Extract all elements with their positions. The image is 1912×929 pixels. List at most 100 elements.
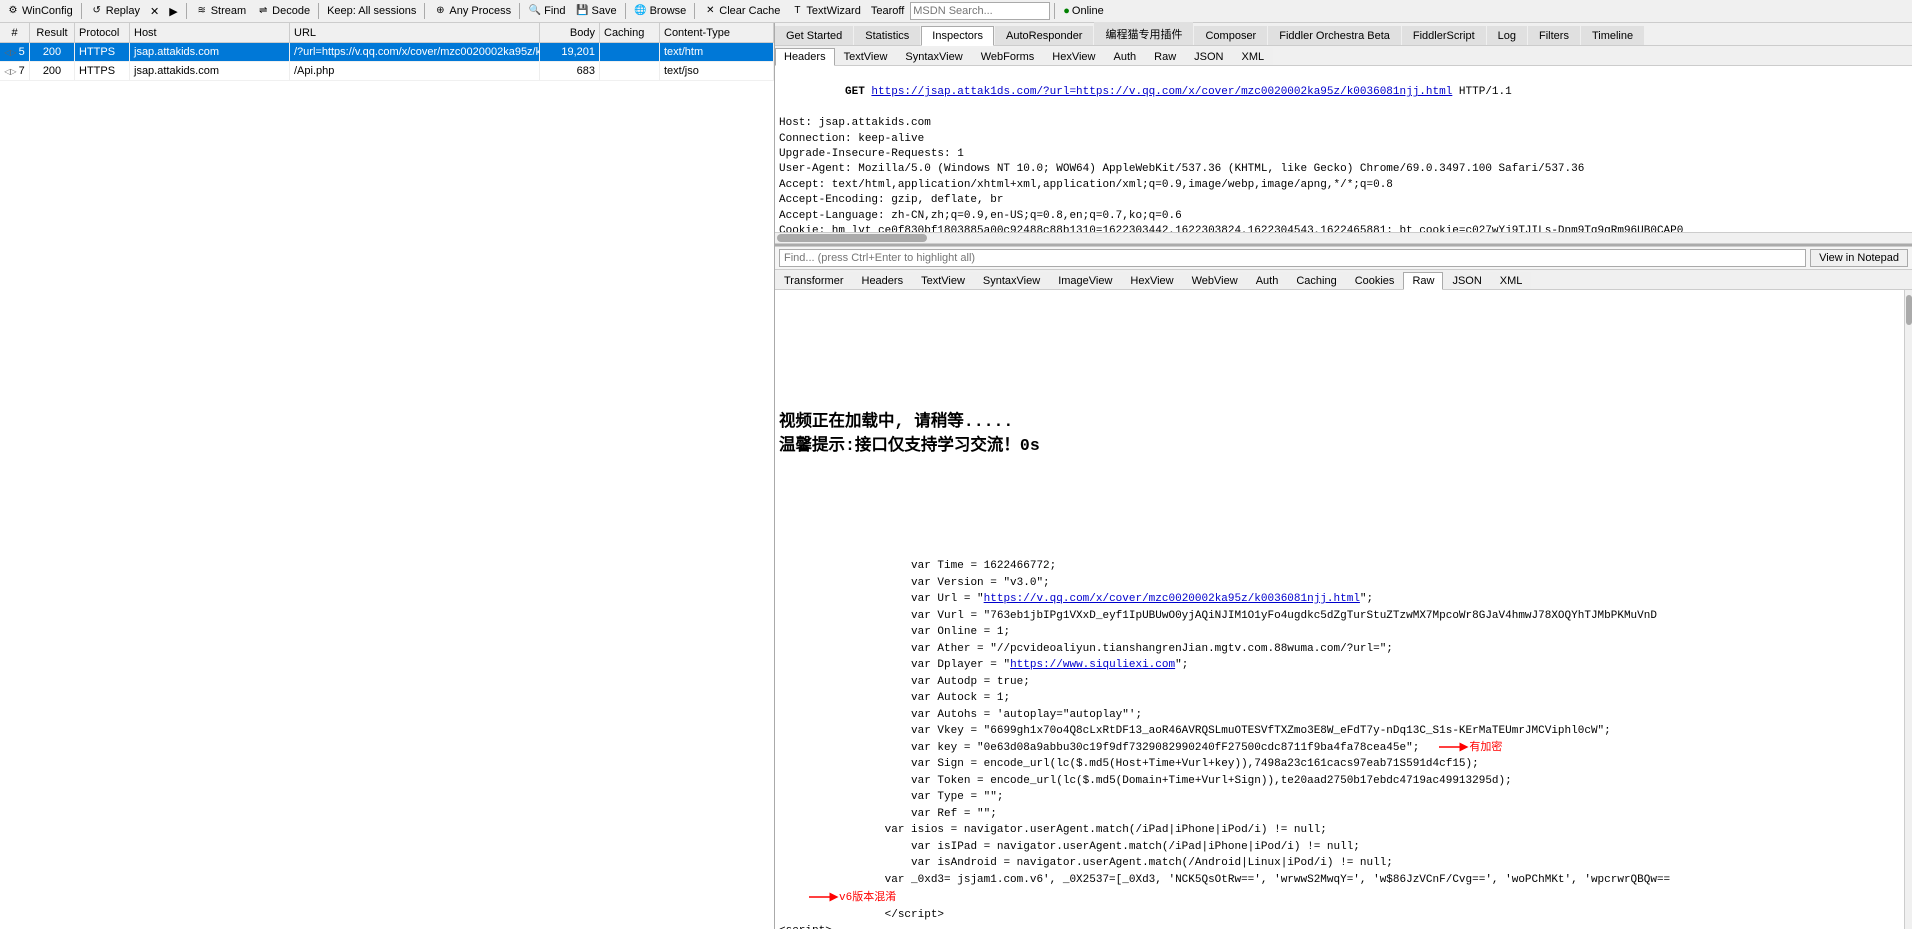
- req-subtab-auth[interactable]: Auth: [1105, 48, 1146, 65]
- req-subtab-hexview[interactable]: HexView: [1043, 48, 1104, 65]
- stream-icon: ≋: [195, 4, 209, 18]
- request-header-line: Cookie: hm_lvt_ce0f830bf1803885a00c92488…: [779, 224, 1908, 232]
- text-wizard-button[interactable]: T TextWizard: [786, 3, 864, 19]
- code-text: var Version = "v3.0";: [779, 575, 1050, 592]
- save-button[interactable]: 💾 Save: [572, 3, 621, 19]
- decode-button[interactable]: ⇌ Decode: [252, 3, 314, 19]
- decode-icon: ⇌: [256, 4, 270, 18]
- session-list: ◁▷5 200 HTTPS jsap.attakids.com /?url=ht…: [0, 43, 774, 929]
- request-header-line: Accept-Encoding: gzip, deflate, br: [779, 193, 1908, 208]
- x-button[interactable]: ✕: [146, 4, 163, 19]
- clear-cache-icon: ✕: [703, 4, 717, 18]
- save-icon: 💾: [576, 4, 590, 18]
- keep-button[interactable]: Keep: All sessions: [323, 4, 420, 18]
- browse-button[interactable]: 🌐 Browse: [630, 3, 691, 19]
- replay-button[interactable]: ↺ Replay: [86, 3, 144, 19]
- request-url-link[interactable]: https://jsap.attak1ds.com/?url=https://v…: [871, 86, 1452, 98]
- tearoff-button[interactable]: Tearoff: [867, 4, 908, 18]
- tab-fiddlerscript[interactable]: FiddlerScript: [1402, 26, 1486, 45]
- tab-filters[interactable]: Filters: [1528, 26, 1580, 45]
- cell-result: 200: [30, 62, 75, 80]
- res-subtab-xml[interactable]: XML: [1491, 272, 1532, 289]
- col-url[interactable]: URL: [290, 23, 540, 42]
- response-scrollbar[interactable]: [1904, 290, 1912, 929]
- col-result[interactable]: Result: [30, 23, 75, 42]
- tab-inspectors[interactable]: Inspectors: [921, 26, 994, 46]
- table-row[interactable]: ◁▷5 200 HTTPS jsap.attakids.com /?url=ht…: [0, 43, 774, 62]
- browse-icon: 🌐: [634, 4, 648, 18]
- req-subtab-headers[interactable]: Headers: [775, 48, 835, 66]
- res-subtab-transformer[interactable]: Transformer: [775, 272, 853, 289]
- req-subtab-raw[interactable]: Raw: [1145, 48, 1185, 65]
- code-text: var Autock = 1;: [779, 690, 1010, 707]
- sep4: [424, 3, 425, 19]
- col-caching[interactable]: Caching: [600, 23, 660, 42]
- res-subtab-headers[interactable]: Headers: [853, 272, 913, 289]
- tab-autoresponder[interactable]: AutoResponder: [995, 26, 1093, 45]
- code-line: var Online = 1;: [779, 624, 1900, 641]
- view-notepad-button[interactable]: View in Notepad: [1810, 249, 1908, 267]
- col-num[interactable]: #: [0, 23, 30, 42]
- col-protocol[interactable]: Protocol: [75, 23, 130, 42]
- request-header-line: Host: jsap.attakids.com: [779, 116, 1908, 131]
- res-subtab-hexview[interactable]: HexView: [1121, 272, 1182, 289]
- tab-fiddler-orchestra-beta[interactable]: Fiddler Orchestra Beta: [1268, 26, 1401, 45]
- stream-button[interactable]: ≋ Stream: [191, 3, 250, 19]
- res-subtab-textview[interactable]: TextView: [912, 272, 974, 289]
- code-text: var Autohs = 'autoplay="autoplay"';: [779, 707, 1142, 724]
- res-subtab-raw[interactable]: Raw: [1403, 272, 1443, 290]
- code-text: var Url = "https://v.qq.com/x/cover/mzc0…: [779, 591, 1373, 608]
- col-body[interactable]: Body: [540, 23, 600, 42]
- req-subtab-json[interactable]: JSON: [1185, 48, 1232, 65]
- cell-content: text/htm: [660, 43, 774, 61]
- res-subtab-auth[interactable]: Auth: [1247, 272, 1288, 289]
- cell-url: /?url=https://v.qq.com/x/cover/mzc002000…: [290, 43, 540, 61]
- find-input[interactable]: [779, 249, 1806, 267]
- scroll-thumb: [1906, 295, 1912, 325]
- req-subtab-syntaxview[interactable]: SyntaxView: [896, 48, 971, 65]
- req-subtab-xml[interactable]: XML: [1233, 48, 1274, 65]
- table-row[interactable]: ◁▷7 200 HTTPS jsap.attakids.com /Api.php…: [0, 62, 774, 81]
- res-subtab-cookies[interactable]: Cookies: [1346, 272, 1404, 289]
- code-line: var Autock = 1;: [779, 690, 1900, 707]
- res-subtab-caching[interactable]: Caching: [1287, 272, 1345, 289]
- tab-get-started[interactable]: Get Started: [775, 26, 853, 45]
- col-host[interactable]: Host: [130, 23, 290, 42]
- code-line: 解析失败,请刷新重试！: [779, 459, 1900, 476]
- request-header-line: Accept-Language: zh-CN,zh;q=0.9,en-US;q=…: [779, 209, 1908, 224]
- tab-statistics[interactable]: Statistics: [854, 26, 920, 45]
- find-button[interactable]: 🔍 Find: [524, 3, 569, 19]
- go-button[interactable]: ▶: [165, 4, 181, 19]
- session-header: # Result Protocol Host URL Body Caching …: [0, 23, 774, 43]
- res-subtab-syntaxview[interactable]: SyntaxView: [974, 272, 1049, 289]
- res-subtab-imageview[interactable]: ImageView: [1049, 272, 1121, 289]
- cell-num: ◁▷7: [0, 62, 30, 80]
- code-text: var Dplayer = "https://www.siquliexi.com…: [779, 657, 1188, 674]
- winconfig-icon: ⚙: [6, 4, 20, 18]
- res-subtab-json[interactable]: JSON: [1443, 272, 1490, 289]
- winconfig-button[interactable]: ⚙ WinConfig: [2, 3, 77, 19]
- request-header-line: Upgrade-Insecure-Requests: 1: [779, 147, 1908, 162]
- any-process-button[interactable]: ⊕ Any Process: [429, 3, 515, 19]
- msdn-search-input[interactable]: [910, 2, 1050, 20]
- code-text: var Online = 1;: [779, 624, 1010, 641]
- code-line: var _0xd3= jsjam1.com.v6', _0X2537=[_0Xd…: [779, 872, 1900, 889]
- code-text: var Ather = "//pcvideoaliyun.tianshangre…: [779, 641, 1393, 658]
- tab-log[interactable]: Log: [1487, 26, 1527, 45]
- online-button[interactable]: ● Online: [1059, 4, 1107, 18]
- code-line: var Vkey = "6699gh1x70o4Q8cLxRtDF13_aoR4…: [779, 723, 1900, 740]
- col-content[interactable]: Content-Type: [660, 23, 774, 42]
- main-layout: # Result Protocol Host URL Body Caching …: [0, 23, 1912, 929]
- clear-cache-button[interactable]: ✕ Clear Cache: [699, 3, 784, 19]
- code-script-close: </script>: [779, 907, 1900, 924]
- code-text: var _0xd3= jsjam1.com.v6', _0X2537=[_0Xd…: [779, 872, 1670, 889]
- req-subtab-webforms[interactable]: WebForms: [972, 48, 1044, 65]
- cell-num: ◁▷5: [0, 43, 30, 61]
- tab-编程猫专用插件[interactable]: 编程猫专用插件: [1094, 22, 1193, 45]
- horizontal-scrollbar[interactable]: [775, 232, 1912, 244]
- res-subtab-webview[interactable]: WebView: [1183, 272, 1247, 289]
- req-subtab-textview[interactable]: TextView: [835, 48, 897, 65]
- tab-composer[interactable]: Composer: [1194, 26, 1267, 45]
- tab-timeline[interactable]: Timeline: [1581, 26, 1644, 45]
- cell-url: /Api.php: [290, 62, 540, 80]
